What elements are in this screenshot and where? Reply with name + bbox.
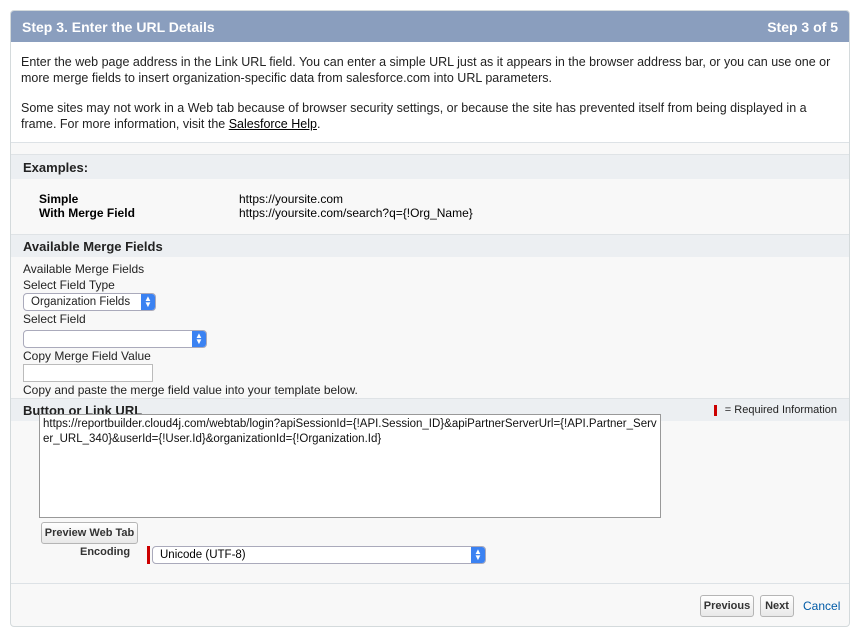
url-textarea[interactable]: https://reportbuilder.cloud4j.com/webtab… bbox=[39, 414, 661, 518]
required-marker-icon bbox=[713, 404, 717, 416]
select-arrows-icon: ▲ ▼ bbox=[192, 331, 206, 347]
intro-paragraph-2-text: Some sites may not work in a Web tab bec… bbox=[21, 101, 807, 131]
examples-table: Simple https://yoursite.com With Merge F… bbox=[11, 179, 849, 220]
example-value: https://yoursite.com/search?q={!Org_Name… bbox=[239, 206, 473, 220]
select-field-label: Select Field bbox=[23, 312, 86, 326]
example-value: https://yoursite.com bbox=[239, 192, 344, 206]
preview-web-tab-button[interactable]: Preview Web Tab bbox=[41, 522, 138, 544]
intro-text: Enter the web page address in the Link U… bbox=[11, 42, 849, 143]
salesforce-help-link[interactable]: Salesforce Help bbox=[229, 117, 317, 131]
footer-divider bbox=[11, 583, 849, 584]
encoding-label: Encoding bbox=[80, 546, 131, 558]
intro-paragraph-2-end: . bbox=[316, 117, 321, 131]
merge-field-hint: Copy and paste the merge field value int… bbox=[23, 383, 358, 397]
previous-button[interactable]: Previous bbox=[700, 595, 754, 617]
merge-fields-heading: Available Merge Fields bbox=[23, 238, 163, 254]
intro-paragraph-1: Enter the web page address in the Link U… bbox=[21, 55, 831, 85]
examples-section-header: Examples: bbox=[11, 154, 849, 179]
step-header: Step 3. Enter the URL Details Step 3 of … bbox=[11, 11, 849, 42]
required-legend-text: = Required Information bbox=[724, 404, 837, 416]
intro-paragraph-2: Some sites may not work in a Web tab bec… bbox=[21, 100, 839, 132]
required-marker-icon bbox=[147, 546, 150, 564]
next-button[interactable]: Next bbox=[760, 595, 794, 617]
encoding-select[interactable]: Unicode (UTF-8) ▲ ▼ bbox=[152, 546, 486, 564]
step-counter: Step 3 of 5 bbox=[767, 18, 838, 35]
wizard-panel: Step 3. Enter the URL Details Step 3 of … bbox=[10, 10, 850, 627]
required-legend: = Required Information bbox=[713, 404, 837, 416]
encoding-value: Unicode (UTF-8) bbox=[160, 549, 246, 561]
example-row: With Merge Field https://yoursite.com/se… bbox=[39, 206, 849, 220]
example-label: With Merge Field bbox=[39, 206, 135, 220]
field-type-value: Organization Fields bbox=[31, 296, 131, 308]
examples-heading: Examples: bbox=[23, 159, 89, 175]
copy-merge-field-label: Copy Merge Field Value bbox=[23, 349, 151, 363]
example-label: Simple bbox=[39, 192, 79, 206]
merge-fields-area: Available Merge Fields Select Field Type… bbox=[11, 257, 849, 398]
select-arrows-icon: ▲ ▼ bbox=[471, 547, 485, 563]
cancel-link[interactable]: Cancel bbox=[803, 599, 840, 613]
select-field-dropdown[interactable]: ▲ ▼ bbox=[23, 330, 207, 348]
field-type-select[interactable]: Organization Fields ▲ ▼ bbox=[23, 293, 156, 311]
field-type-label: Select Field Type bbox=[23, 278, 115, 292]
example-row: Simple https://yoursite.com bbox=[39, 192, 849, 206]
merge-fields-section-header: Available Merge Fields bbox=[11, 234, 849, 257]
merge-fields-subheading: Available Merge Fields bbox=[23, 262, 145, 276]
step-title: Step 3. Enter the URL Details bbox=[22, 18, 215, 35]
select-arrows-icon: ▲ ▼ bbox=[141, 294, 155, 310]
copy-merge-field-input[interactable] bbox=[23, 364, 153, 382]
